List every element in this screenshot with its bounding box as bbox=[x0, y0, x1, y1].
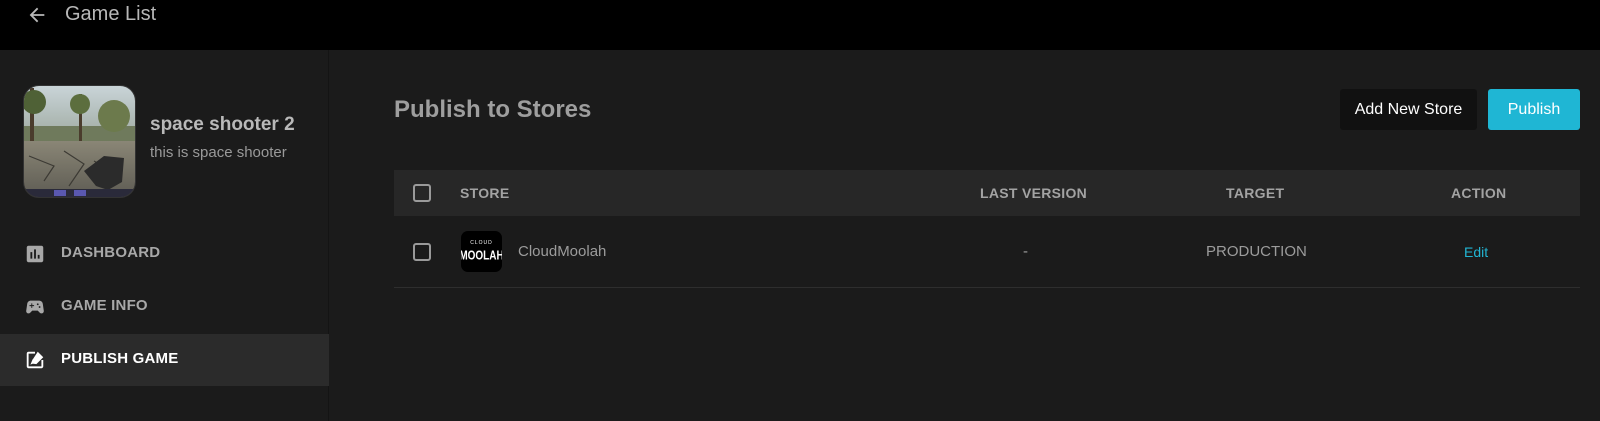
breadcrumb-title[interactable]: Game List bbox=[65, 3, 156, 26]
select-all-checkbox[interactable] bbox=[413, 184, 431, 202]
sidebar-item-publish-game[interactable]: PUBLISH GAME bbox=[0, 334, 329, 386]
page-title: Publish to Stores bbox=[394, 96, 592, 123]
target-cell: PRODUCTION bbox=[1206, 243, 1307, 260]
game-description: this is space shooter bbox=[150, 144, 287, 161]
gamepad-icon bbox=[26, 300, 44, 314]
main-content: Publish to Stores Add New Store Publish … bbox=[330, 50, 1600, 421]
last-version-cell: - bbox=[1023, 243, 1028, 260]
row-checkbox[interactable] bbox=[413, 243, 431, 261]
logo-text-main: MOOLAH bbox=[461, 250, 502, 263]
edit-link[interactable]: Edit bbox=[1464, 244, 1488, 260]
sidebar-item-label: PUBLISH GAME bbox=[61, 350, 179, 367]
sidebar-item-dashboard[interactable]: DASHBOARD bbox=[0, 228, 329, 280]
stores-table: STORE LAST VERSION TARGET ACTION CLOUD M… bbox=[394, 170, 1580, 288]
arrow-left-icon bbox=[29, 7, 45, 23]
publish-icon bbox=[26, 351, 44, 369]
table-header: STORE LAST VERSION TARGET ACTION bbox=[394, 170, 1580, 216]
game-name: space shooter 2 bbox=[150, 114, 295, 135]
cloudmoolah-logo: CLOUD MOOLAH bbox=[461, 231, 502, 272]
store-name: CloudMoolah bbox=[518, 243, 607, 260]
sidebar: space shooter 2 this is space shooter DA… bbox=[0, 50, 329, 421]
logo-text-top: CLOUD bbox=[470, 240, 493, 246]
top-bar: Game List bbox=[0, 0, 1600, 50]
table-row: CLOUD MOOLAH CloudMoolah - PRODUCTION Ed… bbox=[394, 216, 1580, 288]
column-header-store[interactable]: STORE bbox=[460, 185, 509, 201]
bar-chart-icon bbox=[26, 245, 44, 263]
game-thumbnail bbox=[23, 85, 136, 198]
back-button[interactable] bbox=[26, 4, 48, 26]
column-header-last-version[interactable]: LAST VERSION bbox=[980, 185, 1087, 201]
column-header-target[interactable]: TARGET bbox=[1226, 185, 1284, 201]
sidebar-item-label: GAME INFO bbox=[61, 297, 148, 314]
sidebar-item-game-info[interactable]: GAME INFO bbox=[0, 281, 329, 333]
add-new-store-button[interactable]: Add New Store bbox=[1340, 89, 1477, 130]
sidebar-item-label: DASHBOARD bbox=[61, 244, 161, 261]
publish-button[interactable]: Publish bbox=[1488, 89, 1580, 130]
column-header-action: ACTION bbox=[1451, 185, 1507, 201]
